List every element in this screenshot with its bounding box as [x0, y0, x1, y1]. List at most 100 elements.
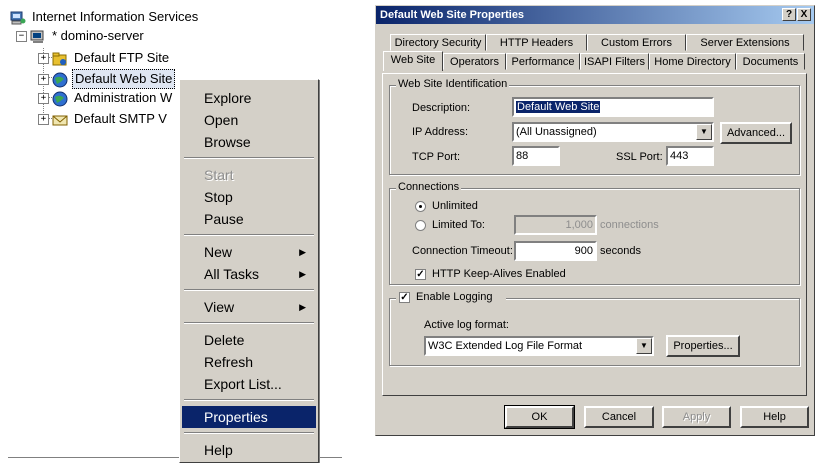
menu-item-stop[interactable]: Stop: [182, 186, 316, 208]
menu-item-export-list[interactable]: Export List...: [182, 373, 316, 395]
menu-separator: [184, 157, 314, 159]
web-site-tab-page: Web Site Identification Description: Def…: [382, 73, 807, 396]
ok-button[interactable]: OK: [504, 405, 575, 429]
tab-custom-errors[interactable]: Custom Errors: [587, 34, 686, 51]
dropdown-arrow-icon[interactable]: ▼: [696, 124, 712, 140]
help-icon-button[interactable]: ?: [782, 8, 796, 21]
connection-timeout-field[interactable]: 900: [514, 241, 597, 261]
tree-node-server[interactable]: − * domino-server: [16, 27, 146, 45]
menu-item-explore[interactable]: Explore: [182, 87, 316, 109]
menu-separator: [184, 432, 314, 434]
tab-operators[interactable]: Operators: [443, 53, 506, 70]
logging-group: ✓ Enable Logging Active log format: W3C …: [389, 291, 800, 366]
enable-logging-checkbox[interactable]: ✓: [399, 292, 410, 303]
menu-item-open[interactable]: Open: [182, 109, 316, 131]
group-label: Web Site Identification: [396, 78, 510, 90]
tree-node-ftp-site[interactable]: + Default FTP Site: [38, 49, 171, 67]
expand-icon[interactable]: +: [38, 74, 49, 86]
tcp-port-label: TCP Port:: [412, 151, 461, 163]
expand-icon[interactable]: +: [38, 114, 49, 126]
log-properties-button[interactable]: Properties...: [666, 335, 740, 357]
menu-item-new[interactable]: New ▶: [182, 241, 316, 263]
tab-server-extensions[interactable]: Server Extensions: [686, 34, 804, 51]
group-label: Connections: [396, 181, 462, 193]
help-button[interactable]: Help: [740, 406, 809, 428]
ssl-port-field[interactable]: 443: [666, 146, 714, 166]
submenu-arrow-icon: ▶: [299, 247, 306, 257]
menu-item-all-tasks[interactable]: All Tasks ▶: [182, 263, 316, 285]
menu-item-view-label: View: [204, 299, 235, 315]
web-site-identification-group: Web Site Identification Description: Def…: [389, 78, 800, 175]
ip-address-value: (All Unassigned): [516, 126, 597, 138]
description-value: Default Web Site: [516, 101, 601, 113]
active-log-format-label: Active log format:: [424, 319, 509, 331]
log-format-value: W3C Extended Log File Format: [428, 340, 583, 352]
menu-item-help[interactable]: Help: [182, 439, 316, 461]
expand-icon[interactable]: +: [38, 93, 49, 105]
smtp-mail-icon: [52, 112, 68, 128]
tab-web-site[interactable]: Web Site: [383, 51, 443, 71]
description-field[interactable]: Default Web Site: [512, 97, 714, 117]
menu-item-view[interactable]: View ▶: [182, 296, 316, 318]
globe-icon: [52, 72, 68, 88]
enable-logging-header: ✓ Enable Logging: [396, 291, 506, 305]
menu-item-new-label: New: [204, 244, 233, 260]
connection-timeout-label: Connection Timeout:: [412, 245, 513, 257]
radio-dot: [419, 205, 422, 208]
limited-to-label: Limited To:: [432, 219, 485, 231]
tab-home-directory[interactable]: Home Directory: [649, 53, 736, 70]
unlimited-label: Unlimited: [432, 200, 478, 212]
menu-item-delete[interactable]: Delete: [182, 329, 316, 351]
submenu-arrow-icon: ▶: [299, 269, 306, 279]
keep-alive-checkbox[interactable]: ✓: [415, 269, 426, 280]
description-label: Description:: [412, 102, 471, 114]
close-icon-button[interactable]: X: [797, 8, 811, 21]
advanced-button[interactable]: Advanced...: [720, 122, 792, 144]
menu-item-pause[interactable]: Pause: [182, 208, 316, 230]
tree-node-smtp[interactable]: + Default SMTP V: [38, 110, 169, 128]
menu-separator: [184, 289, 314, 291]
connections-unit-label: connections: [600, 219, 659, 231]
unlimited-radio[interactable]: [415, 201, 426, 212]
tab-documents[interactable]: Documents: [736, 53, 805, 70]
tree-node-administration[interactable]: + Administration W: [38, 89, 174, 107]
ip-address-select[interactable]: (All Unassigned) ▼: [512, 122, 714, 142]
tree-node-default-web-site[interactable]: + Default Web Site: [38, 69, 176, 89]
log-format-select[interactable]: W3C Extended Log File Format ▼: [424, 336, 654, 356]
ftp-folder-icon: [52, 51, 68, 67]
tab-performance[interactable]: Performance: [506, 53, 580, 70]
menu-separator: [184, 234, 314, 236]
tab-directory-security[interactable]: Directory Security: [390, 34, 486, 51]
menu-separator: [184, 399, 314, 401]
menu-item-properties[interactable]: Properties: [182, 406, 316, 428]
tab-http-headers[interactable]: HTTP Headers: [486, 34, 587, 51]
context-menu: Explore Open Browse Start Stop Pause New…: [179, 79, 319, 463]
ip-address-label: IP Address:: [412, 126, 469, 138]
dialog-title: Default Web Site Properties: [380, 9, 525, 21]
enable-logging-label: Enable Logging: [416, 291, 493, 303]
menu-item-all-tasks-label: All Tasks: [204, 266, 259, 282]
cancel-button[interactable]: Cancel: [584, 406, 654, 428]
limited-to-radio[interactable]: [415, 220, 426, 231]
apply-button[interactable]: Apply: [662, 406, 731, 428]
menu-item-refresh[interactable]: Refresh: [182, 351, 316, 373]
connections-group: Connections Unlimited Limited To: 1,000 …: [389, 181, 800, 285]
dialog-title-bar[interactable]: Default Web Site Properties: [376, 6, 814, 24]
menu-separator: [184, 322, 314, 324]
globe-icon: [52, 91, 68, 107]
limited-to-field[interactable]: 1,000: [514, 215, 597, 235]
tab-isapi-filters[interactable]: ISAPI Filters: [580, 53, 649, 70]
ssl-port-label: SSL Port:: [616, 151, 663, 163]
collapse-icon[interactable]: −: [16, 31, 27, 43]
keep-alive-label: HTTP Keep-Alives Enabled: [432, 268, 566, 280]
tcp-port-field[interactable]: 88: [512, 146, 560, 166]
server-icon: [30, 29, 46, 45]
properties-dialog: Default Web Site Properties ? X Director…: [375, 5, 815, 436]
menu-item-browse[interactable]: Browse: [182, 131, 316, 153]
menu-item-start[interactable]: Start: [182, 164, 316, 186]
expand-icon[interactable]: +: [38, 53, 49, 65]
submenu-arrow-icon: ▶: [299, 302, 306, 312]
tree-node-iis-root[interactable]: Internet Information Services: [10, 8, 200, 26]
dropdown-arrow-icon[interactable]: ▼: [636, 338, 652, 354]
iis-computer-icon: [10, 10, 26, 26]
